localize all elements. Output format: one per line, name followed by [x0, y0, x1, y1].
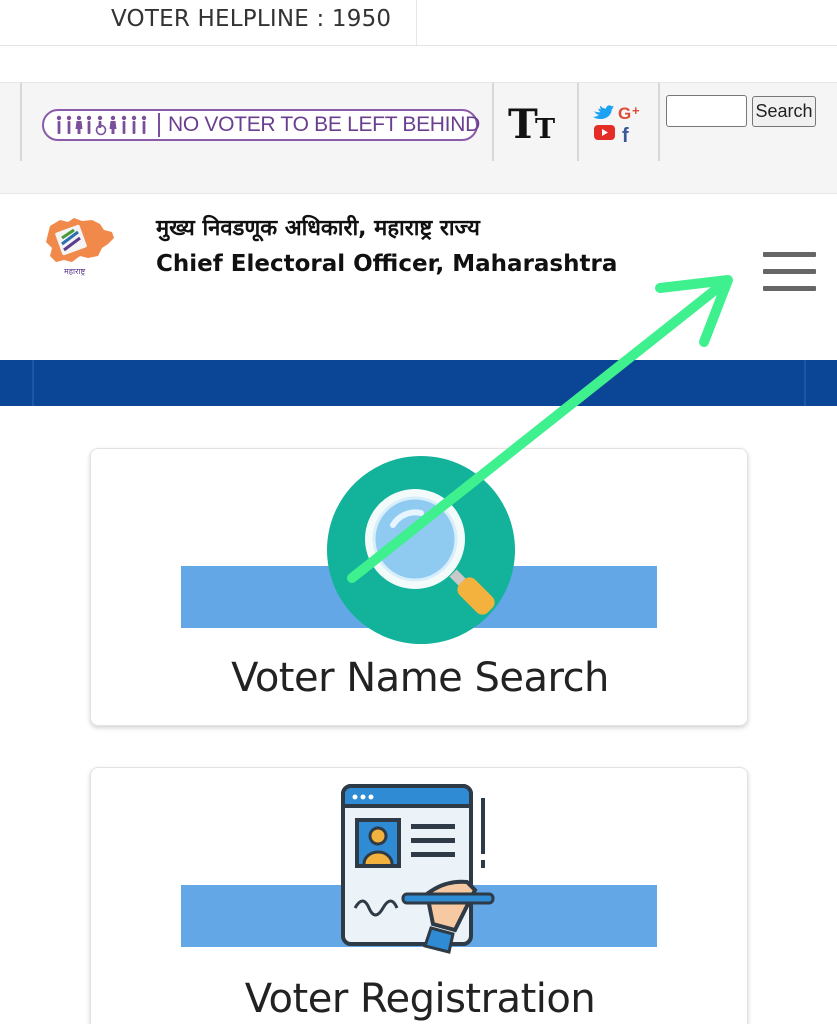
divider: [32, 360, 34, 406]
card-label: Voter Registration: [244, 976, 596, 1022]
search-button[interactable]: Search: [752, 96, 816, 127]
google-plus-icon[interactable]: G +: [618, 103, 640, 123]
divider: [158, 113, 160, 137]
social-links: G + f: [590, 101, 650, 147]
no-voter-left-behind-badge[interactable]: NO VOTER TO BE LEFT BEHIND: [42, 109, 480, 141]
svg-text:f: f: [622, 125, 629, 145]
divider: [20, 83, 22, 161]
menu-line: [763, 286, 816, 291]
site-header: महाराष्ट्र मुख्य निवडणूक अधिकारी, महाराष…: [0, 194, 837, 360]
registration-form-icon: [341, 784, 495, 954]
twitter-icon[interactable]: [592, 105, 614, 119]
text-size-small: T: [535, 114, 556, 145]
svg-text:G: G: [618, 104, 631, 123]
text-size-icon[interactable]: T T: [508, 101, 562, 148]
site-title-marathi: मुख्य निवडणूक अधिकारी, महाराष्ट्र राज्य: [156, 216, 480, 241]
helpline-bar: VOTER HELPLINE : 1950: [0, 0, 837, 46]
voters-figures-icon: [56, 115, 147, 136]
divider: [492, 83, 494, 161]
divider: [416, 0, 417, 46]
maharashtra-ballot-logo[interactable]: महाराष्ट्र: [42, 214, 118, 278]
card-label: Voter Name Search: [231, 655, 609, 701]
logo-caption: महाराष्ट्र: [64, 267, 86, 276]
divider: [658, 83, 660, 161]
svg-text:+: +: [632, 103, 640, 118]
social-icons: G + f: [592, 103, 640, 147]
utility-toolbar: NO VOTER TO BE LEFT BEHIND T T G + f Sea…: [0, 82, 837, 194]
badge-text: NO VOTER TO BE LEFT BEHIND: [168, 113, 480, 136]
text-size-large: T: [508, 101, 538, 148]
site-title-english: Chief Electoral Officer, Maharashtra: [156, 251, 618, 277]
nav-band: [0, 360, 837, 406]
hamburger-menu-icon[interactable]: [760, 250, 816, 294]
helpline-text: VOTER HELPLINE : 1950: [111, 6, 392, 32]
facebook-icon[interactable]: f: [622, 125, 629, 147]
divider: [577, 83, 579, 161]
voter-name-search-card[interactable]: Voter Name Search: [90, 448, 748, 726]
magnifier-icon: [327, 456, 515, 644]
divider: [804, 360, 806, 406]
search-input[interactable]: [666, 95, 747, 127]
youtube-icon[interactable]: [594, 125, 615, 140]
voter-registration-card[interactable]: Voter Registration: [90, 767, 748, 1024]
menu-line: [763, 269, 816, 274]
menu-line: [763, 252, 816, 257]
